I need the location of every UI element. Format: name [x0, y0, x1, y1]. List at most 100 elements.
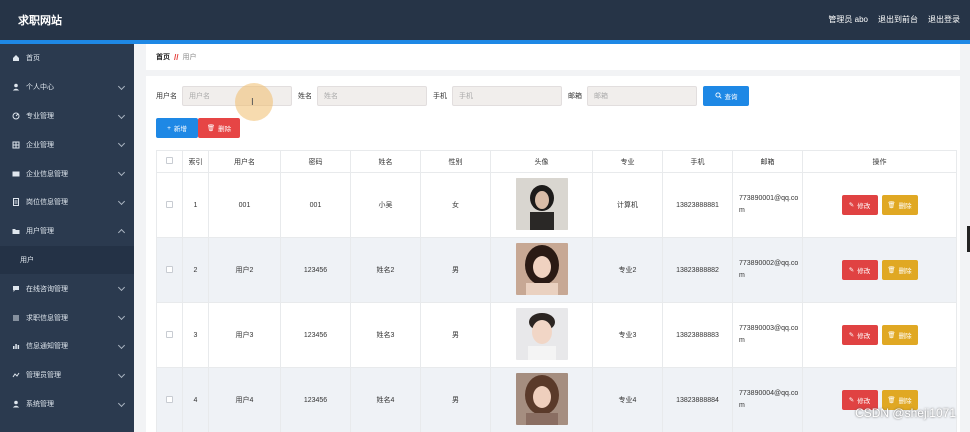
email-input[interactable]: 邮箱	[587, 86, 697, 106]
sidebar-item-label: 企业信息管理	[26, 170, 68, 178]
breadcrumb-home[interactable]: 首页	[156, 52, 170, 62]
edit-icon: ✎	[848, 332, 855, 339]
sidebar-item-home[interactable]: 首页	[0, 44, 134, 73]
row-checkbox[interactable]	[166, 200, 173, 208]
email-label: 邮箱	[568, 93, 582, 100]
phone-input[interactable]: 手机	[452, 86, 562, 106]
row-actions: ✎ 修改 🗑 删除	[802, 367, 957, 432]
trash-icon: 🗑	[887, 202, 896, 209]
delete-button-label: 删除	[898, 333, 912, 340]
back-to-front-link[interactable]: 退出到前台	[878, 14, 918, 25]
table-row: 1 001 001 小吴 女 计算机 13823888881 773890001…	[156, 172, 957, 238]
name-input[interactable]: 姓名	[317, 86, 427, 106]
chevron-down-icon	[117, 399, 126, 407]
select-all-checkbox[interactable]	[166, 157, 173, 164]
row-index: 4	[182, 367, 209, 432]
row-major: 专业2	[592, 237, 663, 303]
name-label: 姓名	[298, 93, 312, 100]
sidebar-item-majors[interactable]: 专业管理	[0, 102, 134, 131]
add-button-label: 新增	[173, 126, 187, 133]
row-major: 专业3	[592, 302, 663, 368]
add-button[interactable]: + 新增	[156, 118, 198, 138]
sidebar-item-profile[interactable]: 个人中心	[0, 73, 134, 102]
row-actions: ✎ 修改 🗑 删除	[802, 172, 957, 238]
row-phone: 13823888882	[662, 237, 733, 303]
edit-icon: ✎	[848, 267, 855, 274]
select-all-header[interactable]	[156, 150, 183, 173]
column-header: 性别	[420, 150, 491, 173]
chevron-down-icon	[117, 82, 126, 90]
chevron-down-icon	[117, 370, 126, 378]
row-phone: 13823888883	[662, 302, 733, 368]
logout-link[interactable]: 退出登录	[928, 14, 960, 25]
avatar	[515, 243, 568, 295]
edit-button[interactable]: ✎ 修改	[841, 325, 878, 345]
column-header: 头像	[490, 150, 593, 173]
sidebar-item-consult[interactable]: 在线咨询管理	[0, 274, 134, 303]
row-gender: 男	[420, 302, 491, 368]
trash-icon: 🗑	[887, 397, 896, 404]
column-header: 邮箱	[732, 150, 803, 173]
sidebar-item-admins[interactable]: 管理员管理	[0, 361, 134, 390]
row-index: 2	[182, 237, 209, 303]
search-button-label: 查询	[724, 94, 738, 101]
row-password: 001	[280, 172, 351, 238]
gear-icon	[12, 400, 20, 408]
row-password: 123456	[280, 367, 351, 432]
delete-button-label: 删除	[218, 126, 232, 133]
text-cursor-icon: I	[251, 97, 254, 108]
row-name: 小吴	[350, 172, 421, 238]
sidebar-item-user-mgmt[interactable]: 用户管理	[0, 217, 134, 246]
sidebar-item-label: 专业管理	[26, 112, 54, 120]
row-actions: ✎ 修改 🗑 删除	[802, 302, 957, 368]
sidebar-item-label: 求职信息管理	[26, 314, 68, 322]
avatar	[515, 373, 568, 425]
sidebar-subitem-users[interactable]: 用户	[0, 245, 134, 275]
chevron-down-icon	[117, 313, 126, 321]
row-checkbox[interactable]	[166, 265, 173, 273]
row-major: 专业4	[592, 367, 663, 432]
sidebar-item-label: 信息通知管理	[26, 343, 68, 351]
row-major: 计算机	[592, 172, 663, 238]
chevron-down-icon	[117, 140, 126, 148]
user-table: 索引 用户名 密码 姓名 性别 头像 专业 手机 邮箱 操作 1 001 001…	[156, 150, 957, 432]
sidebar-item-notices[interactable]: 信息通知管理	[0, 332, 134, 361]
trash-icon: 🗑	[887, 332, 896, 339]
chevron-up-icon	[117, 228, 126, 236]
site-logo: 求职网站	[18, 15, 62, 27]
top-bar-actions: 管理员 abo 退出到前台 退出登录	[828, 14, 960, 25]
sidebar-item-label: 在线咨询管理	[26, 285, 68, 293]
row-checkbox[interactable]	[166, 330, 173, 338]
row-name: 姓名4	[350, 367, 421, 432]
row-index: 3	[182, 302, 209, 368]
sidebar-item-job-info[interactable]: 岗位信息管理	[0, 188, 134, 217]
card-icon	[12, 170, 20, 178]
column-header: 手机	[662, 150, 733, 173]
sidebar-item-company-info[interactable]: 企业信息管理	[0, 159, 134, 188]
delete-button-label: 删除	[898, 398, 912, 405]
chevron-down-icon	[117, 341, 126, 350]
row-email: 773890004@qq.com	[732, 367, 803, 432]
search-button[interactable]: 查询	[703, 86, 749, 106]
delete-button[interactable]: 🗑 删除	[881, 325, 918, 345]
edit-button[interactable]: ✎ 修改	[841, 260, 878, 280]
sidebar-item-system[interactable]: 系统管理	[0, 390, 134, 419]
top-bar: 求职网站 管理员 abo 退出到前台 退出登录	[0, 0, 970, 40]
row-username: 用户4	[208, 367, 281, 432]
batch-delete-button[interactable]: 🗑 删除	[198, 118, 240, 138]
edit-button-label: 修改	[857, 398, 871, 405]
table-row: 2 用户2 123456 姓名2 男 专业2 13823888882 77389…	[156, 237, 957, 303]
sidebar-item-job-seek[interactable]: 求职信息管理	[0, 303, 134, 332]
delete-button-label: 删除	[898, 203, 912, 210]
sidebar-item-companies[interactable]: 企业管理	[0, 130, 134, 159]
row-username: 用户3	[208, 302, 281, 368]
delete-button[interactable]: 🗑 删除	[881, 195, 918, 215]
edit-button[interactable]: ✎ 修改	[841, 195, 878, 215]
edit-button-label: 修改	[857, 268, 871, 275]
chevron-down-icon	[117, 197, 126, 206]
avatar	[515, 178, 568, 230]
sidebar-item-label: 用户	[20, 256, 34, 264]
sidebar-item-label: 岗位信息管理	[26, 199, 68, 207]
delete-button[interactable]: 🗑 删除	[881, 260, 918, 280]
row-checkbox[interactable]	[166, 395, 173, 403]
